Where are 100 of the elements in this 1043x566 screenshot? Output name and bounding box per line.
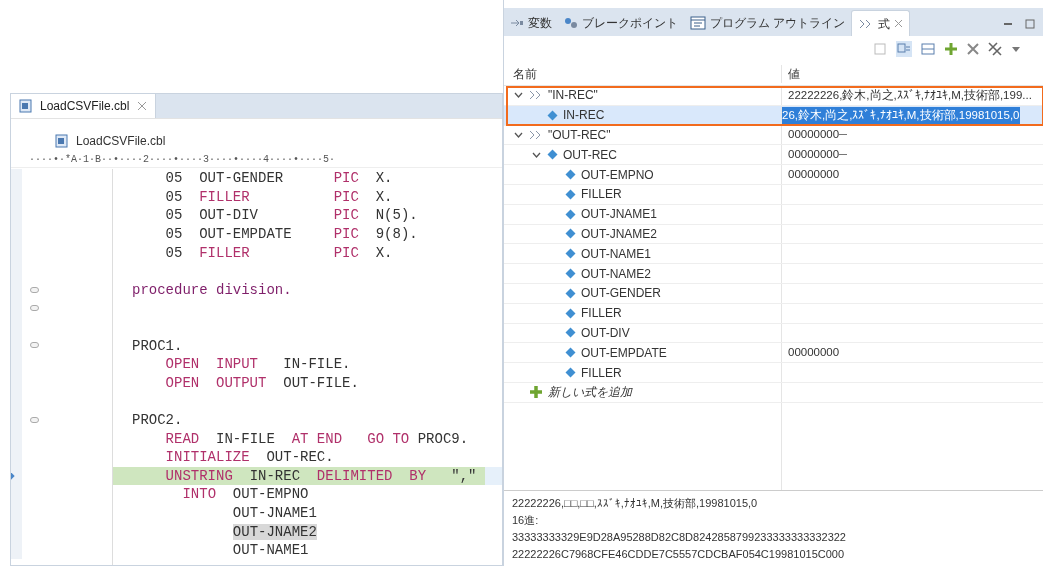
diamond-icon	[547, 109, 558, 121]
maximize-icon[interactable]	[1025, 19, 1035, 29]
arrow-icon	[510, 18, 524, 28]
expression-value: 00000000	[787, 147, 840, 163]
expression-name: FILLER	[581, 186, 622, 204]
expression-name: "OUT-REC"	[548, 127, 611, 144]
tree-row[interactable]: FILLER	[504, 185, 1043, 205]
diamond-icon	[565, 367, 576, 379]
tree-row[interactable]: OUT-EMPNO 00000000	[504, 165, 1043, 185]
diamond-icon	[565, 347, 576, 359]
code-line: 05 FILLER PIC X.	[164, 243, 393, 262]
remove-icon[interactable]	[967, 43, 979, 55]
code-line: OUT-NAME1	[231, 541, 309, 560]
expression-name: FILLER	[581, 364, 622, 382]
chevron-down-icon[interactable]	[532, 151, 541, 158]
tree-row[interactable]: OUT-DIV	[504, 323, 1043, 344]
window-icon	[690, 16, 706, 30]
code-line: READ IN-FILE AT END GO TO PROC9.	[164, 429, 469, 448]
fold-marker[interactable]	[30, 416, 39, 423]
expression-name: OUT-NAME2	[581, 265, 651, 283]
code-line: 05 FILLER PIC X.	[164, 187, 393, 206]
code-line: 05 OUT-DIV PIC N(5).	[164, 206, 418, 225]
plus-icon[interactable]	[944, 42, 958, 56]
expression-name: OUT-JNAME2	[581, 225, 657, 243]
view-menu-icon[interactable]	[1011, 45, 1021, 53]
remove-all-icon[interactable]	[988, 42, 1002, 56]
tree-row[interactable]: OUT-GENDER	[504, 283, 1043, 304]
expression-name: OUT-NAME1	[581, 245, 651, 263]
code-line: INTO OUT-EMPNO	[181, 485, 309, 504]
tree-row[interactable]: "OUT-REC" 00000000	[504, 125, 1043, 146]
layout-icon[interactable]	[896, 41, 912, 57]
expression-name: OUT-EMPDATE	[581, 344, 667, 362]
expression-value: 22222226,鈴木,尚之,ｽｽﾞｷ,ﾅｵﾕｷ,M,技術部,199...	[787, 87, 1032, 103]
tree-row[interactable]: FILLER	[504, 363, 1043, 383]
expression-name: OUT-REC	[563, 146, 617, 164]
breadcrumb[interactable]: LoadCSVFile.cbl	[76, 132, 166, 150]
expression-name: IN-REC	[563, 107, 605, 125]
file-icon	[55, 134, 68, 148]
close-icon[interactable]	[137, 101, 148, 111]
view-tab[interactable]: 式	[851, 10, 911, 36]
column-header[interactable]: 名前	[504, 64, 781, 83]
tree-row[interactable]: OUT-NAME1	[504, 244, 1043, 265]
tree-row[interactable]: OUT-REC 00000000	[504, 145, 1043, 166]
code-line: INITIALIZE OUT-REC.	[164, 448, 334, 467]
code-line: PROC1.	[131, 336, 183, 355]
chevron-down-icon[interactable]	[514, 132, 523, 138]
code-line: OUT-JNAME1	[231, 504, 317, 522]
diamond-icon	[565, 228, 576, 240]
column-ruler: ····•·*A·1·B··•····2····•····3····•····4····•····5·	[29, 153, 336, 167]
code-line: OPEN INPUT IN-FILE.	[164, 355, 351, 374]
expression-icon	[529, 89, 543, 102]
diamond-icon	[565, 327, 576, 339]
ellipsis-icon[interactable]	[839, 153, 848, 156]
expression-icon	[529, 129, 543, 141]
view-tab[interactable]: 変数	[504, 10, 558, 36]
tree-row[interactable]: OUT-EMPDATE 00000000	[504, 343, 1043, 364]
expression-value: 00000000	[787, 345, 840, 361]
diamond-icon	[565, 268, 576, 280]
plus-icon	[529, 385, 543, 400]
diamond-icon	[565, 188, 576, 200]
expression-name: OUT-JNAME1	[581, 206, 657, 224]
expression-name: OUT-GENDER	[581, 285, 661, 303]
gutter-cell	[11, 540, 22, 560]
diamond-icon	[565, 248, 576, 260]
diamond-icon	[547, 149, 558, 161]
add-expression-link[interactable]: 新しい式を追加	[548, 383, 632, 402]
expression-value: 00000000	[787, 166, 840, 182]
diamond-icon	[565, 287, 576, 299]
expression-name: OUT-EMPNO	[581, 166, 654, 184]
dots-icon	[564, 17, 578, 29]
code-line: PROC2.	[131, 411, 183, 429]
diamond-icon	[565, 208, 576, 220]
code-line: 05 OUT-GENDER PIC X.	[164, 169, 393, 188]
tree-row[interactable]: OUT-JNAME1	[504, 204, 1043, 225]
file-icon	[19, 99, 32, 113]
close-icon[interactable]	[894, 19, 904, 28]
tree-row[interactable]: "IN-REC" 22222226,鈴木,尚之,ｽｽﾞｷ,ﾅｵﾕｷ,M,技術部,199...	[504, 86, 1043, 106]
expression-name: "IN-REC"	[548, 87, 598, 105]
diamond-icon	[565, 307, 576, 319]
chevron-down-icon[interactable]	[514, 92, 523, 99]
tree-row[interactable]: OUT-NAME2	[504, 264, 1043, 284]
editor-tab[interactable]: LoadCSVFile.cbl	[11, 94, 157, 118]
layout-icon[interactable]	[921, 42, 935, 56]
expression-value: 26,鈴木,尚之,ｽｽﾞｷ,ﾅｵﾕｷ,M,技術部,19981015,0	[782, 106, 1020, 124]
expression-name: FILLER	[581, 305, 622, 323]
fold-marker[interactable]	[30, 305, 39, 312]
code-line: OPEN OUTPUT OUT-FILE.	[164, 373, 359, 392]
expression-name: OUT-DIV	[581, 324, 630, 342]
tree-row[interactable]: FILLER	[504, 303, 1043, 324]
detail-pane: 22222226,□□,□□,ｽｽﾞｷ,ﾅｵﾕｷ,M,技術部,19981015,0 16進: 33333333329E9D28A95288D82C8D8242858799233333333332322 22222226C7968CFE46CDDE7C5557CDCBAF054C19981015C000	[504, 490, 1043, 566]
tree-row[interactable]: OUT-JNAME2	[504, 224, 1043, 245]
view-tab[interactable]: ブレークポイント	[558, 10, 684, 36]
diamond-icon	[565, 169, 576, 181]
tree-row[interactable]: 新しい式を追加	[504, 382, 1043, 403]
code-line: procedure division.	[131, 280, 292, 299]
view-tab[interactable]: プログラム アウトライン	[684, 10, 852, 36]
expression-value: 00000000	[787, 127, 840, 143]
column-header[interactable]: 値	[781, 64, 1043, 83]
fold-marker[interactable]	[30, 286, 39, 293]
fold-marker[interactable]	[30, 342, 39, 349]
